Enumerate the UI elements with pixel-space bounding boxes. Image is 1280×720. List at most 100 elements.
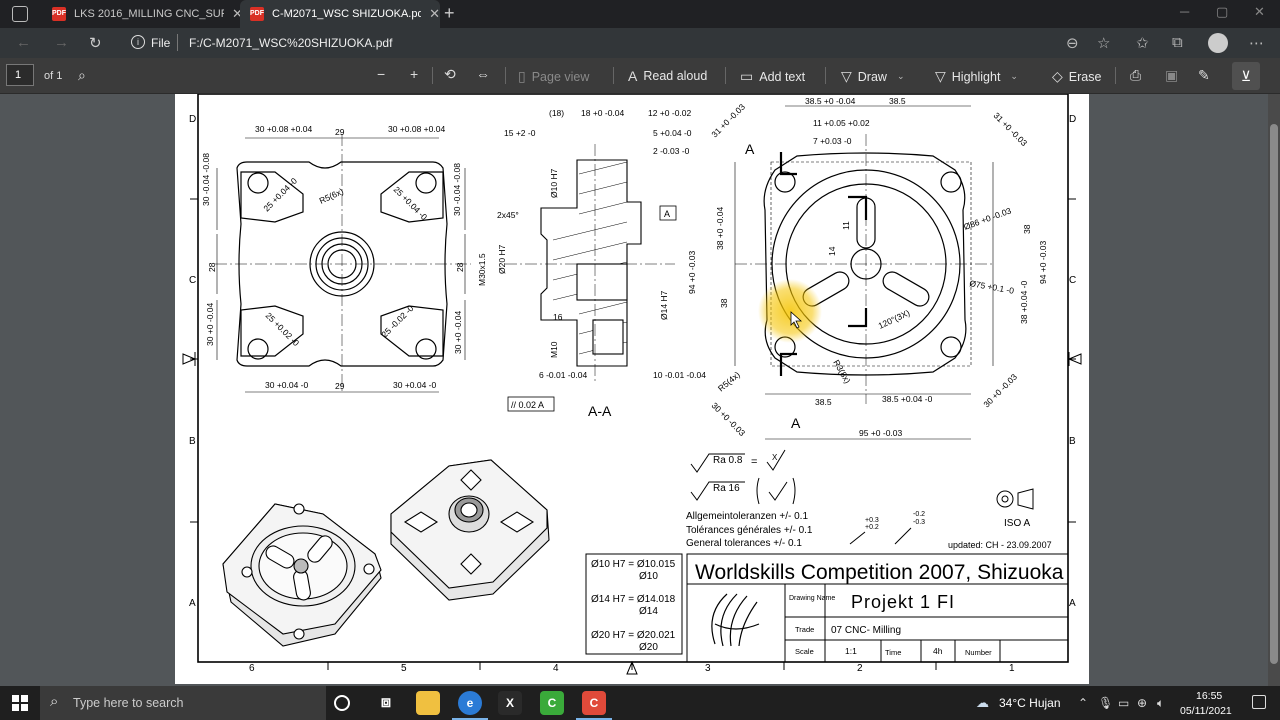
- draw-button[interactable]: ▽ Draw ⌄: [841, 68, 905, 85]
- dimension: 30 +0.08 +0.04: [255, 124, 312, 134]
- edge-browser-icon[interactable]: e: [458, 691, 482, 715]
- save-button[interactable]: ▣: [1165, 67, 1184, 84]
- small-tolerance: -0.3: [913, 519, 925, 526]
- volume-icon[interactable]: 🔈︎: [1157, 696, 1164, 711]
- close-icon[interactable]: ✕: [429, 6, 440, 22]
- worldskills-logo: [711, 593, 760, 647]
- page-view-button[interactable]: ▯ Page view: [518, 68, 589, 85]
- close-window-button[interactable]: ✕: [1254, 4, 1265, 20]
- dimension: 12 +0 -0.02: [648, 108, 692, 118]
- task-view-icon[interactable]: ⧈: [374, 691, 398, 715]
- network-icon[interactable]: ⊕: [1137, 696, 1147, 710]
- chevron-down-icon[interactable]: ⌄: [897, 71, 905, 82]
- dimension: R3(8x): [831, 358, 852, 385]
- zone-number: 1: [1009, 663, 1015, 674]
- cortana-icon[interactable]: [334, 695, 350, 711]
- section-mark: A: [745, 141, 755, 157]
- highlight-button[interactable]: ▽ Highlight ⌄: [935, 68, 1018, 85]
- windows-start-icon[interactable]: [12, 695, 28, 711]
- zone-number: 3: [705, 663, 711, 674]
- search-icon: ⌕: [50, 693, 59, 710]
- erase-button[interactable]: ◇ Erase: [1052, 68, 1101, 85]
- app-c-red-icon[interactable]: C: [582, 691, 606, 715]
- scale-value: 1:1: [845, 646, 857, 656]
- weather-text[interactable]: 34°C Hujan: [999, 696, 1061, 710]
- dimension: 38 +0.04 -0: [1019, 280, 1029, 324]
- draw-label: Draw: [857, 69, 887, 84]
- microphone-icon[interactable]: 🎙︎: [1098, 696, 1113, 710]
- weather-icon[interactable]: ☁: [976, 695, 989, 711]
- datum-label: A: [664, 209, 670, 219]
- app-x-icon[interactable]: X: [498, 691, 522, 715]
- page-number-input[interactable]: 1: [6, 64, 34, 86]
- taskbar-search[interactable]: ⌕ Type here to search: [40, 686, 326, 720]
- zone-letter: D: [1069, 114, 1076, 125]
- notification-icon[interactable]: [1252, 695, 1266, 709]
- toolbar-divider: [432, 67, 433, 84]
- zoom-out-button[interactable]: −: [377, 66, 391, 82]
- dimension: 25 +0.04 -0: [392, 184, 430, 222]
- fit-line: Ø20 H7 = Ø20.021: [591, 630, 676, 641]
- text-box-icon: ▭: [740, 68, 754, 84]
- dimension: R5(6x): [318, 186, 345, 206]
- dimension: 11: [841, 221, 851, 230]
- chevron-down-icon[interactable]: ⌄: [1010, 71, 1018, 82]
- print-button[interactable]: ⎙: [1130, 67, 1147, 84]
- fit-line: Ø14 H7 = Ø14.018: [591, 594, 676, 605]
- scrollbar[interactable]: [1268, 94, 1280, 686]
- clock-time[interactable]: 16:55: [1196, 690, 1222, 702]
- clock-date[interactable]: 05/11/2021: [1180, 705, 1232, 717]
- battery-icon[interactable]: ▭: [1118, 696, 1129, 710]
- maximize-button[interactable]: ▢: [1216, 4, 1228, 20]
- scrollbar-thumb[interactable]: [1270, 124, 1278, 664]
- minimize-button[interactable]: ─: [1180, 4, 1189, 19]
- dimension: 38.5: [889, 96, 906, 106]
- save-as-button[interactable]: ✎: [1198, 67, 1216, 84]
- app-c-green-icon[interactable]: C: [540, 691, 564, 715]
- zoom-in-button[interactable]: +: [410, 66, 424, 82]
- drawing-title: Worldskills Competition 2007, Shizuoka: [695, 561, 1064, 584]
- section-view-aa: [505, 144, 675, 384]
- number-label: Number: [965, 648, 992, 657]
- chevron-up-icon[interactable]: ⌃: [1078, 696, 1088, 710]
- dimension: 18 +0 -0.04: [581, 108, 625, 118]
- info-icon[interactable]: i: [131, 35, 145, 49]
- front-view-right: [734, 105, 995, 440]
- zone-letter: B: [189, 436, 196, 447]
- favorite-add-icon[interactable]: ☆: [1097, 34, 1110, 52]
- print-icon: ⎙: [1130, 67, 1142, 83]
- favorites-icon[interactable]: ✩: [1136, 34, 1149, 52]
- pdf-viewer[interactable]: D C B A D C B A 6 5 4 3 2 1 30 +0.08 +0.…: [0, 94, 1280, 686]
- rotate-button[interactable]: ⟲: [444, 66, 462, 83]
- tab-actions-icon[interactable]: [12, 6, 28, 22]
- dimension: R5(4x): [716, 369, 742, 393]
- dimension: M10: [549, 341, 559, 358]
- pdf-icon: PDF: [52, 7, 66, 21]
- tolerance-note: General tolerances +/- 0.1: [686, 538, 802, 549]
- profile-avatar[interactable]: [1208, 33, 1228, 53]
- new-tab-button[interactable]: +: [444, 3, 455, 24]
- add-text-button[interactable]: ▭ Add text: [740, 68, 805, 85]
- forward-button[interactable]: →: [54, 34, 69, 51]
- dimension: 11 +0.05 +0.02: [813, 118, 870, 128]
- trade-value: 07 CNC- Milling: [831, 625, 901, 636]
- read-aloud-icon: A: [628, 68, 638, 84]
- zone-letter: B: [1069, 436, 1076, 447]
- tab-lks-2016[interactable]: PDF LKS 2016_MILLING CNC_SURABAYA ✕: [42, 0, 243, 28]
- more-menu-icon[interactable]: ⋯: [1249, 34, 1264, 52]
- url-input[interactable]: F:/C-M2071_WSC%20SHIZUOKA.pdf: [189, 36, 392, 50]
- back-button[interactable]: ←: [16, 34, 31, 51]
- collections-icon[interactable]: ⧉: [1172, 34, 1183, 51]
- find-icon[interactable]: ⌕: [78, 67, 92, 84]
- fit-page-button[interactable]: ⇔: [476, 66, 496, 82]
- zoom-icon[interactable]: ⊖: [1066, 34, 1079, 52]
- dimension: 28: [455, 262, 465, 272]
- dimension: Ø20 H7: [497, 244, 507, 274]
- pin-toolbar-button[interactable]: ⊻: [1232, 62, 1260, 90]
- read-aloud-button[interactable]: A Read aloud: [628, 68, 707, 84]
- tab-shizuoka-pdf[interactable]: PDF C-M2071_WSC SHIZUOKA.pdf ✕: [240, 0, 440, 28]
- refresh-button[interactable]: ↻: [89, 34, 102, 52]
- fit-line: Ø10 H7 = Ø10.015: [591, 559, 676, 570]
- scale-label: Scale: [795, 647, 814, 656]
- file-explorer-icon[interactable]: [416, 691, 440, 715]
